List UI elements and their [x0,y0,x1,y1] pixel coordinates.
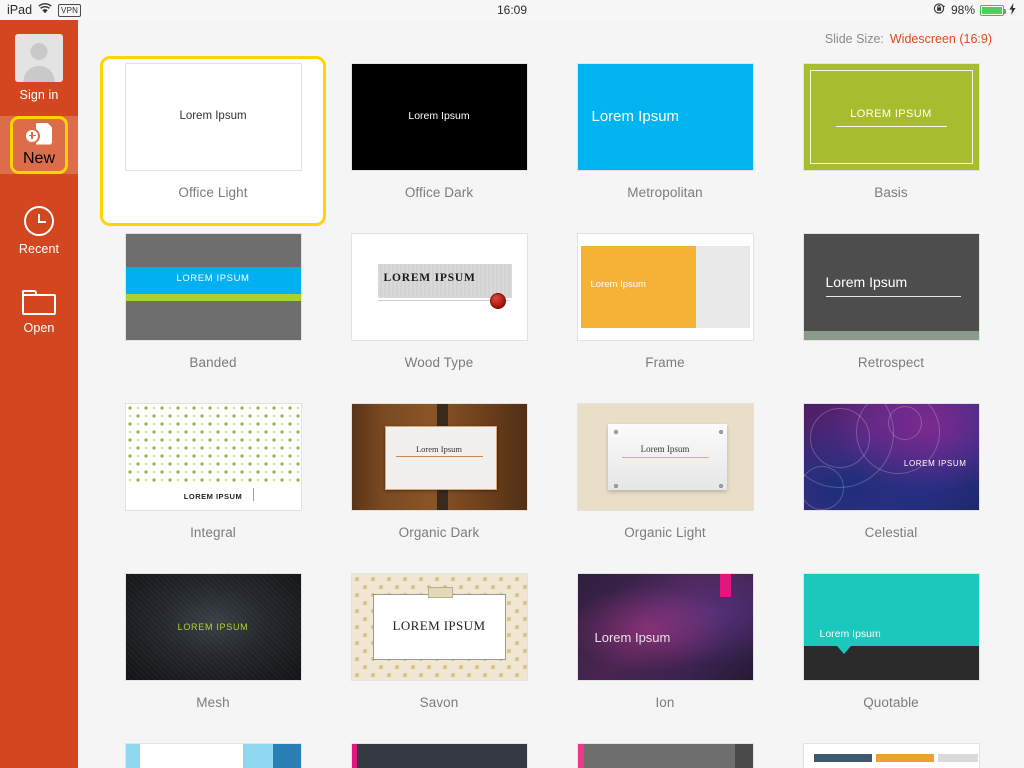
template-cell[interactable]: Lorem Ipsum Quotable [778,566,1004,736]
template-preview-text: LOREM IPSUM [126,622,301,632]
template-cell[interactable]: Lorem Ipsum Office Dark [326,56,552,226]
template-cell[interactable]: LOREM IPSUM Wood Type [326,226,552,396]
template-thumbnail[interactable] [125,743,302,768]
slide-size-value[interactable]: Widescreen (16:9) [890,32,992,46]
template-thumbnail[interactable]: LOREM IPSUM [125,233,302,341]
template-thumbnail[interactable]: LOREM IPSUM [125,403,302,511]
template-name-label: Celestial [865,525,918,540]
sidebar-item-new[interactable]: New [10,116,68,174]
sidebar: Sign in New Recent Open [0,20,78,768]
template-name-label: Organic Light [624,525,706,540]
template-gallery: Slide Size: Widescreen (16:9) Lorem Ipsu… [78,20,1024,768]
template-thumbnail[interactable]: Lorem Ipsum [803,233,980,341]
status-bar-time: 16:09 [0,3,1024,17]
template-preview-text: Lorem Ipsum [592,108,680,125]
template-cell[interactable]: Lorem Ipsum Ion [552,566,778,736]
template-preview-text: Lorem Ipsum [578,444,753,454]
sidebar-item-label-signin: Sign in [20,88,59,102]
template-name-label: Mesh [196,695,229,710]
template-thumbnail[interactable]: Lorem Ipsum [125,63,302,171]
template-cell[interactable]: LOREM IPSUM Mesh [100,566,326,736]
template-preview-text: Lorem Ipsum [826,274,908,290]
template-thumbnail[interactable]: Lorem Ipsum [803,573,980,681]
template-cell[interactable]: LOREM IPSUM Savon [326,566,552,736]
template-preview-text: Lorem Ipsum [126,110,301,122]
template-cell[interactable]: Lorem Ipsum Retrospect [778,226,1004,396]
sidebar-item-open[interactable]: Open [0,280,78,343]
template-thumbnail[interactable]: Lorem Ipsum [577,573,754,681]
template-name-label: Office Light [178,185,247,200]
clock-icon [24,206,54,236]
template-thumbnail[interactable]: LOREM IPSUM [803,63,980,171]
template-thumbnail[interactable]: Lorem Ipsum [577,403,754,511]
template-name-label: Banded [189,355,236,370]
template-name-label: Savon [420,695,459,710]
template-name-label: Quotable [863,695,919,710]
sidebar-item-label-new: New [23,150,55,168]
template-cell[interactable]: Lorem Ipsum Organic Light [552,396,778,566]
template-name-label: Metropolitan [627,185,703,200]
rotation-lock-icon [933,2,946,18]
template-thumbnail[interactable]: LOREM IPSUM [125,573,302,681]
template-preview-text: LOREM IPSUM [126,273,301,284]
template-thumbnail[interactable]: LOREM IPSUM [803,403,980,511]
template-preview-text: LOREM IPSUM [804,108,979,120]
template-name-label: Wood Type [405,355,474,370]
template-thumbnail[interactable]: Lorem Ipsum [351,403,528,511]
slide-size-label: Slide Size: [825,32,884,46]
template-cell[interactable]: LOREM IPSUM Banded [100,226,326,396]
template-thumbnail[interactable] [577,743,754,768]
template-preview-text: Lorem Ipsum [591,279,646,290]
template-thumbnail[interactable]: Lorem Ipsum [577,63,754,171]
template-preview-text: Lorem Ipsum [820,628,881,640]
template-preview-text: Lorem Ipsum [352,444,527,454]
template-name-label: Integral [190,525,236,540]
template-name-label: Ion [655,695,674,710]
folder-icon [22,290,56,315]
template-preview-text: LOREM IPSUM [904,459,967,468]
template-cell[interactable]: LOREM IPSUM Celestial [778,396,1004,566]
template-preview-text: LOREM IPSUM [352,618,527,634]
template-preview-text: Lorem Ipsum [595,630,671,645]
template-name-label: Retrospect [858,355,924,370]
template-cell[interactable]: Lorem Ipsum Office Light [100,56,326,226]
user-avatar-icon [15,34,63,82]
template-preview-text: LOREM IPSUM [384,272,476,284]
template-name-label: Organic Dark [399,525,480,540]
new-document-icon [24,123,54,147]
template-cell-partial[interactable] [552,736,778,768]
sidebar-item-signin[interactable]: Sign in [0,20,78,110]
template-preview-text: LOREM IPSUM [126,492,301,501]
template-thumbnail[interactable]: Lorem Ipsum [577,233,754,341]
template-thumbnail[interactable] [803,743,980,768]
template-cell-partial[interactable] [326,736,552,768]
template-cell[interactable]: LOREM IPSUM Integral [100,396,326,566]
status-bar-right: 98% [933,2,1016,18]
template-cell[interactable]: Lorem Ipsum Frame [552,226,778,396]
charging-bolt-icon [1009,3,1016,18]
sidebar-item-label-recent: Recent [19,242,59,256]
template-cell[interactable]: Lorem Ipsum Organic Dark [326,396,552,566]
template-cell[interactable]: LOREM IPSUM Basis [778,56,1004,226]
template-grid: Lorem Ipsum Office Light Lorem Ipsum Office… [78,56,1024,768]
template-name-label: Frame [645,355,685,370]
template-thumbnail[interactable] [351,743,528,768]
template-thumbnail[interactable]: LOREM IPSUM [351,233,528,341]
template-cell[interactable]: Lorem Ipsum Metropolitan [552,56,778,226]
template-preview-text: Lorem Ipsum [352,110,527,122]
sidebar-item-new-highlight: New [0,116,78,174]
battery-percent-label: 98% [951,3,975,17]
template-name-label: Office Dark [405,185,473,200]
template-cell-partial[interactable] [778,736,1004,768]
status-bar: iPad VPN 16:09 98% [0,0,1024,20]
battery-icon [980,5,1004,16]
sidebar-item-recent[interactable]: Recent [0,196,78,264]
sidebar-item-label-open: Open [24,321,55,335]
slide-size-bar: Slide Size: Widescreen (16:9) [78,20,1024,48]
template-thumbnail[interactable]: Lorem Ipsum [351,63,528,171]
template-thumbnail[interactable]: LOREM IPSUM [351,573,528,681]
template-name-label: Basis [874,185,908,200]
template-cell-partial[interactable] [100,736,326,768]
